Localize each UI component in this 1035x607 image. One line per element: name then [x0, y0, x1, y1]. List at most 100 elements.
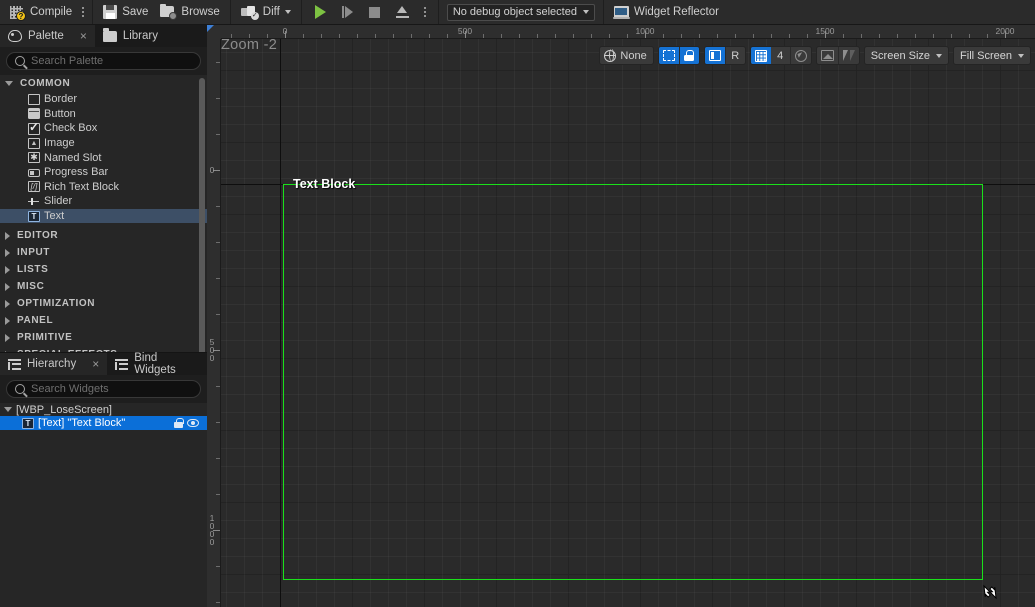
browse-button[interactable]: Browse: [154, 2, 225, 23]
hierarchy-root-label: [WBP_LoseScreen]: [16, 403, 112, 416]
hierarchy-row-root[interactable]: [WBP_LoseScreen]: [0, 403, 207, 416]
palette-category-lists[interactable]: LISTS: [0, 261, 207, 278]
node-snap-icon: [794, 49, 807, 62]
palette-item-rich-text-block[interactable]: [/] Rich Text Block: [0, 180, 207, 195]
toolbar-group-play: [302, 0, 439, 24]
widget-reflector-button[interactable]: Widget Reflector: [608, 2, 725, 23]
step-icon: [341, 6, 353, 18]
marquee-select-button[interactable]: [658, 47, 679, 64]
palette-list[interactable]: COMMON Border Button Check Box ▲ Image: [0, 75, 207, 352]
play-button[interactable]: [310, 2, 331, 23]
play-icon: [314, 5, 326, 19]
node-snap-button[interactable]: [791, 47, 811, 64]
diff-label: Diff: [262, 6, 280, 18]
palette-item-border[interactable]: Border: [0, 92, 207, 107]
designer-viewport[interactable]: 0 500 1000 1500 2000 0 5 0 0 1 0 0 0 Tex…: [207, 25, 1035, 607]
tab-hierarchy[interactable]: Hierarchy ×: [0, 353, 108, 375]
close-icon[interactable]: ×: [80, 29, 87, 43]
chevron-right-icon: [5, 350, 10, 352]
palette-item-label: Named Slot: [44, 151, 102, 164]
compile-button[interactable]: ? Compile: [4, 2, 78, 23]
search-widgets-input[interactable]: [31, 383, 192, 395]
ruler-h-label: 0: [282, 26, 288, 36]
canvas-widget-text[interactable]: Text Block: [293, 177, 355, 191]
category-label: PRIMITIVE: [17, 332, 73, 344]
palette-category-optimization[interactable]: OPTIMIZATION: [0, 295, 207, 312]
grid-snap-size-button[interactable]: 4: [771, 47, 790, 64]
palette-search[interactable]: [6, 52, 201, 70]
canvas-axis-y: [280, 39, 281, 607]
ruler-horizontal[interactable]: 0 500 1000 1500 2000: [207, 25, 1035, 39]
palette-category-input[interactable]: INPUT: [0, 244, 207, 261]
palette-category-editor[interactable]: EDITOR: [0, 227, 207, 244]
respect-locks-button[interactable]: R: [726, 47, 745, 64]
ruler-v-label: 1000: [209, 513, 215, 547]
show-outlines-button[interactable]: [704, 47, 725, 64]
palette-tabbar: Palette × Library: [0, 25, 207, 47]
palette-item-progress-bar[interactable]: Progress Bar: [0, 165, 207, 180]
tab-bind-widgets[interactable]: Bind Widgets: [107, 352, 207, 376]
rich-text-block-icon: [/]: [28, 181, 40, 193]
palette-scrollbar[interactable]: [199, 78, 205, 352]
category-label: SPECIAL EFFECTS: [17, 349, 118, 352]
palette-category-panel[interactable]: PANEL: [0, 312, 207, 329]
save-button[interactable]: Save: [97, 2, 154, 23]
play-options-button[interactable]: [420, 2, 430, 23]
palette-category-primitive[interactable]: PRIMITIVE: [0, 329, 207, 346]
stop-button[interactable]: [364, 2, 385, 23]
grid-snap-button[interactable]: [750, 47, 771, 64]
umg-editor-window: ? Compile Save Browse ✓ Diff No debug ob…: [0, 0, 1035, 607]
chevron-down-icon: [284, 10, 291, 14]
editor-body: Palette × Library COMMON: [0, 25, 1035, 607]
palette-item-button[interactable]: Button: [0, 107, 207, 122]
close-icon[interactable]: ×: [92, 357, 99, 371]
palette-category-misc[interactable]: MISC: [0, 278, 207, 295]
ruler-corner: [207, 25, 221, 39]
palette-item-image[interactable]: ▲ Image: [0, 136, 207, 151]
hierarchy-icon: [8, 358, 21, 370]
ruler-vertical[interactable]: 0 500 1000: [207, 39, 221, 607]
screen-size-dropdown[interactable]: Screen Size: [863, 46, 950, 65]
left-panel-column: Palette × Library COMMON: [0, 25, 207, 607]
toolbar-group-compile: ? Compile: [0, 0, 94, 24]
selected-widget-outline[interactable]: [283, 184, 983, 580]
tab-palette[interactable]: Palette ×: [0, 25, 95, 47]
hierarchy-tree[interactable]: [WBP_LoseScreen] T [Text] "Text Block": [0, 403, 207, 607]
search-palette-input[interactable]: [31, 55, 192, 67]
lock-icon[interactable]: [174, 417, 184, 428]
hierarchy-row-text-block[interactable]: T [Text] "Text Block": [0, 416, 207, 430]
tab-library[interactable]: Library: [95, 25, 166, 47]
checkbox-icon: [28, 120, 40, 135]
palette-item-named-slot[interactable]: ✱ Named Slot: [0, 150, 207, 165]
palette-item-slider[interactable]: Slider: [0, 194, 207, 209]
image-preview-button[interactable]: [817, 47, 838, 64]
tab-library-label: Library: [122, 30, 158, 42]
visibility-eye-icon[interactable]: [187, 419, 199, 427]
hierarchy-search[interactable]: [6, 380, 201, 398]
palette-item-label: Text: [44, 210, 65, 223]
palette-item-check-box[interactable]: Check Box: [0, 120, 207, 136]
compile-label: Compile: [30, 6, 73, 18]
category-label: COMMON: [20, 78, 71, 89]
palette-icon: [8, 30, 22, 42]
compile-options-button[interactable]: [78, 2, 88, 23]
r-label: R: [731, 49, 740, 62]
fill-screen-dropdown[interactable]: Fill Screen: [953, 46, 1031, 65]
chevron-right-icon: [5, 299, 10, 308]
palette-item-label: Slider: [44, 195, 73, 208]
text-icon: T: [22, 417, 34, 429]
step-button[interactable]: [337, 2, 358, 23]
palette-item-text[interactable]: T Text: [0, 208, 207, 224]
mirror-button[interactable]: [839, 47, 859, 64]
hierarchy-panel: Hierarchy × Bind Widgets [WBP_Lose: [0, 352, 207, 607]
diff-button[interactable]: ✓ Diff: [235, 2, 297, 23]
eject-button[interactable]: [391, 2, 414, 23]
localization-preview-button[interactable]: None: [600, 47, 652, 64]
compile-status-badge: ?: [16, 10, 26, 21]
design-canvas[interactable]: Text Block: [221, 39, 1035, 607]
ruler-v-label: 500: [209, 337, 215, 363]
tab-palette-label: Palette: [28, 30, 64, 42]
palette-category-common[interactable]: COMMON: [0, 75, 207, 92]
lock-selection-button[interactable]: [679, 47, 699, 64]
debug-object-select[interactable]: No debug object selected: [446, 3, 595, 21]
